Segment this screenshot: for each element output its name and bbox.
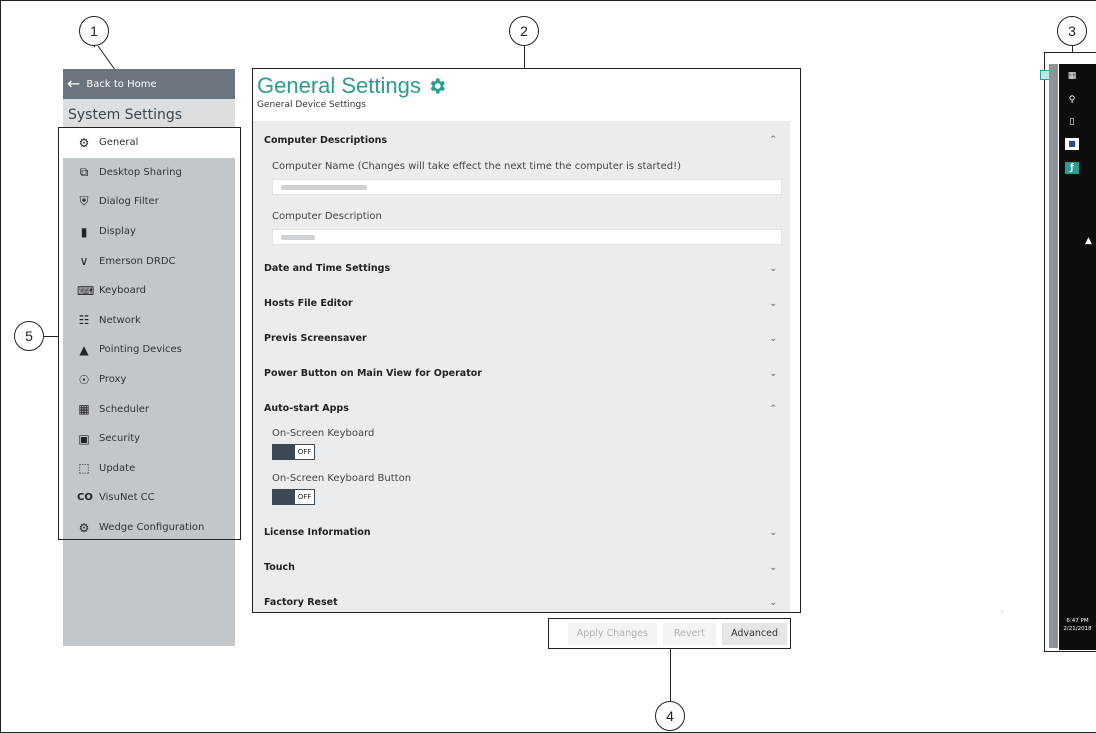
general-settings-panel: General Settings General Device Settings… xyxy=(252,68,801,613)
task-view-icon[interactable]: ▯ xyxy=(1065,116,1079,128)
section-title: Date and Time Settings xyxy=(264,263,391,274)
callout-1-label: 1 xyxy=(90,23,98,39)
section-title: Previs Screensaver xyxy=(264,333,367,344)
windows-taskbar: ▦ ⚲ ▯ ■ ƒ 6:47 PM 2/21/2018 xyxy=(1059,64,1096,650)
settings-sections: Computer Descriptions ⌃ Computer Name (C… xyxy=(253,121,791,612)
clock-time: 6:47 PM xyxy=(1066,618,1089,624)
callout-5-label: 5 xyxy=(25,328,33,344)
on-screen-keyboard-toggle[interactable]: OFF xyxy=(272,444,315,460)
artifact-dot xyxy=(1001,611,1003,612)
section-date-time[interactable]: Date and Time Settings ⌄ xyxy=(253,251,791,286)
chevron-up-icon: ⌃ xyxy=(769,135,777,145)
section-factory-reset[interactable]: Factory Reset ⌄ xyxy=(253,585,791,612)
toggle-knob xyxy=(273,445,295,459)
callout-4: 4 xyxy=(655,701,685,731)
toggle-state: OFF xyxy=(295,490,314,504)
title-row: General Settings xyxy=(257,73,800,99)
section-license-information[interactable]: License Information ⌄ xyxy=(253,515,791,550)
page-title: General Settings xyxy=(257,73,421,98)
apply-changes-button[interactable]: Apply Changes xyxy=(568,622,657,645)
mouse-cursor-icon: ▲ xyxy=(1085,236,1092,246)
back-to-home-label: Back to Home xyxy=(86,78,157,90)
chevron-down-icon: ⌄ xyxy=(769,597,777,608)
toggle-state: OFF xyxy=(295,445,314,459)
section-title: Hosts File Editor xyxy=(264,298,353,309)
section-title: Computer Descriptions xyxy=(264,134,388,146)
section-power-button[interactable]: Power Button on Main View for Operator ⌄ xyxy=(253,356,791,391)
settings-app-icon[interactable]: ƒ xyxy=(1065,162,1079,174)
chevron-up-icon: ⌃ xyxy=(769,403,777,414)
computer-description-label: Computer Description xyxy=(272,211,382,222)
on-screen-keyboard-button-label: On-Screen Keyboard Button xyxy=(272,473,412,484)
section-hosts-file-editor[interactable]: Hosts File Editor ⌄ xyxy=(253,286,791,321)
system-settings-title: System Settings xyxy=(63,99,235,130)
clock-date: 2/21/2018 xyxy=(1063,626,1092,632)
nav-list-highlight-box xyxy=(58,127,241,540)
section-title: Power Button on Main View for Operator xyxy=(264,368,482,379)
callout-4-leader xyxy=(670,649,671,701)
redacted-value xyxy=(281,185,367,190)
gear-icon xyxy=(430,78,445,94)
toggle-knob xyxy=(273,490,295,504)
chevron-down-icon: ⌄ xyxy=(769,527,777,538)
callout-1: 1 xyxy=(79,16,109,46)
taskbar-scrollbar[interactable] xyxy=(1049,64,1058,648)
taskbar-clock: 6:47 PM 2/21/2018 xyxy=(1059,617,1096,633)
section-title: Factory Reset xyxy=(264,597,338,608)
computer-name-label: Computer Name (Changes will take effect … xyxy=(272,161,682,172)
arrow-left-icon: ← xyxy=(67,74,81,93)
app-icon[interactable]: ■ xyxy=(1065,138,1079,150)
callout-2-leader xyxy=(524,46,525,68)
section-computer-descriptions[interactable]: Computer Descriptions ⌃ xyxy=(253,121,791,159)
page-subtitle: General Device Settings xyxy=(257,100,366,110)
back-to-home-button[interactable]: ← Back to Home xyxy=(63,69,235,99)
chevron-down-icon: ⌄ xyxy=(769,562,777,573)
on-screen-keyboard-button-toggle[interactable]: OFF xyxy=(272,489,315,505)
callout-5: 5 xyxy=(14,321,44,351)
panel-header: General Settings General Device Settings xyxy=(253,69,800,121)
search-icon[interactable]: ⚲ xyxy=(1065,94,1079,106)
revert-button[interactable]: Revert xyxy=(662,622,717,645)
panel-scrollbar[interactable] xyxy=(790,121,800,612)
action-button-bar: Apply Changes Revert Advanced xyxy=(548,618,791,649)
windows-start-icon[interactable]: ▦ xyxy=(1065,70,1079,82)
computer-name-input[interactable] xyxy=(272,179,782,195)
section-title: License Information xyxy=(264,527,371,538)
callout-1-leader xyxy=(94,46,95,47)
redacted-value xyxy=(281,235,315,240)
callout-3: 3 xyxy=(1057,16,1087,46)
section-title: Auto-start Apps xyxy=(264,403,349,414)
callout-2: 2 xyxy=(509,16,539,46)
computer-description-input[interactable] xyxy=(272,229,782,245)
on-screen-keyboard-label: On-Screen Keyboard xyxy=(272,428,375,439)
chevron-down-icon: ⌄ xyxy=(769,333,777,344)
callout-4-label: 4 xyxy=(666,708,674,724)
advanced-button[interactable]: Advanced xyxy=(722,622,787,645)
callout-3-label: 3 xyxy=(1068,23,1076,39)
chevron-down-icon: ⌄ xyxy=(769,298,777,309)
chevron-down-icon: ⌄ xyxy=(769,263,777,274)
section-touch[interactable]: Touch ⌄ xyxy=(253,550,791,585)
callout-2-label: 2 xyxy=(520,23,528,39)
section-previs-screensaver[interactable]: Previs Screensaver ⌄ xyxy=(253,321,791,356)
chevron-down-icon: ⌄ xyxy=(769,368,777,379)
callout-5-leader xyxy=(44,336,58,337)
section-auto-start-apps[interactable]: Auto-start Apps ⌃ xyxy=(253,391,791,426)
section-title: Touch xyxy=(264,562,295,573)
